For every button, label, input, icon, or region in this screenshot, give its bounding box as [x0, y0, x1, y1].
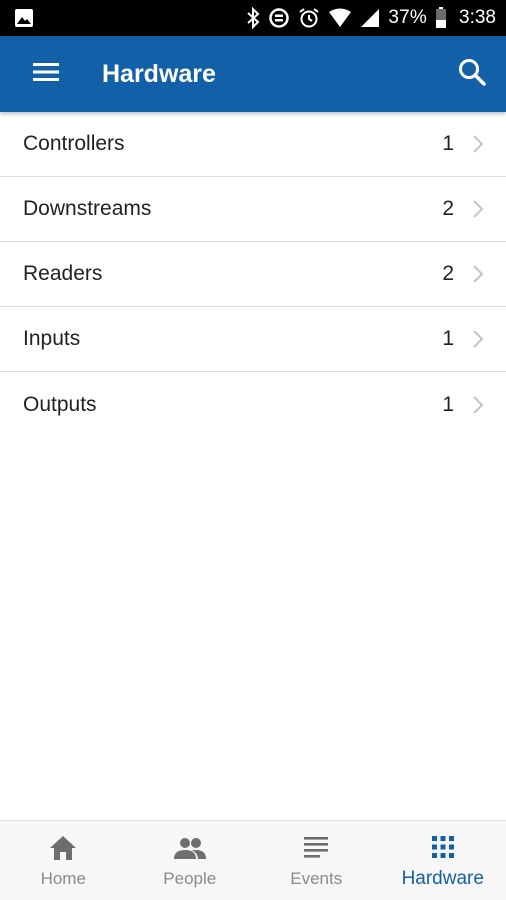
grid-icon — [431, 832, 455, 862]
battery-percent: 37% — [388, 7, 428, 28]
menu-icon — [32, 61, 60, 88]
wifi-icon — [328, 8, 352, 28]
list-item-count: 1 — [442, 327, 454, 350]
page-title: Hardware — [102, 59, 216, 88]
hardware-list: Controllers 1 Downstreams 2 Readers 2 In… — [0, 112, 506, 437]
status-bar: 37% 3:38 — [0, 0, 506, 36]
list-item-count: 2 — [442, 197, 454, 220]
status-right: 37% 3:38 — [246, 7, 496, 29]
image-icon — [14, 8, 34, 28]
app-bar: Hardware — [0, 36, 506, 112]
chevron-right-icon — [468, 132, 488, 156]
search-icon — [457, 57, 487, 92]
signal-icon — [360, 8, 380, 28]
tab-label: Events — [290, 868, 343, 888]
menu-button[interactable] — [16, 44, 76, 104]
battery-icon — [435, 7, 447, 29]
tab-label: People — [163, 868, 217, 888]
list-item-label: Downstreams — [23, 197, 152, 220]
data-saver-icon — [268, 7, 290, 29]
list-item-outputs[interactable]: Outputs 1 — [0, 372, 506, 437]
chevron-right-icon — [468, 197, 488, 221]
tab-hardware[interactable]: Hardware — [380, 821, 506, 900]
list-item-label: Readers — [23, 262, 103, 285]
home-icon — [49, 833, 77, 863]
status-left — [14, 8, 34, 28]
list-item-count: 2 — [442, 262, 454, 285]
list-item-count: 1 — [442, 132, 454, 155]
chevron-right-icon — [468, 327, 488, 351]
bottom-nav: Home People Events Hardware — [0, 820, 506, 900]
clock: 3:38 — [459, 7, 496, 28]
list-item-controllers[interactable]: Controllers 1 — [0, 112, 506, 177]
tab-events[interactable]: Events — [253, 821, 380, 900]
list-item-label: Inputs — [23, 327, 81, 350]
chevron-right-icon — [468, 393, 488, 417]
tab-label: Hardware — [401, 867, 484, 889]
list-item-count: 1 — [442, 392, 454, 416]
tab-home[interactable]: Home — [0, 821, 127, 900]
list-item-downstreams[interactable]: Downstreams 2 — [0, 177, 506, 242]
bluetooth-icon — [246, 7, 260, 29]
tab-people[interactable]: People — [127, 821, 254, 900]
list-item-readers[interactable]: Readers 2 — [0, 242, 506, 307]
list-item-label: Controllers — [23, 132, 125, 155]
tab-label: Home — [40, 868, 86, 888]
events-list-icon — [303, 833, 329, 863]
list-item-inputs[interactable]: Inputs 1 — [0, 307, 506, 372]
alarm-icon — [298, 7, 320, 29]
chevron-right-icon — [468, 262, 488, 286]
people-icon — [173, 833, 206, 863]
search-button[interactable] — [444, 46, 500, 102]
list-item-label: Outputs — [23, 392, 97, 416]
